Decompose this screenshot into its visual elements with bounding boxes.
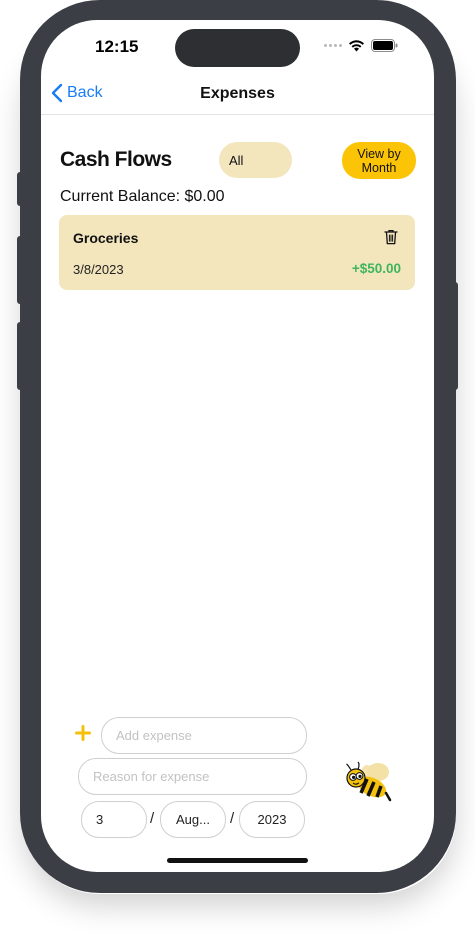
battery-icon bbox=[371, 38, 398, 52]
status-time: 12:15 bbox=[95, 37, 139, 56]
transaction-name: Groceries bbox=[73, 230, 139, 246]
bee-logo bbox=[346, 761, 392, 802]
current-balance: Current Balance: $0.00 bbox=[60, 188, 225, 205]
status-icons bbox=[324, 38, 398, 52]
navigation-bar: Back Expenses bbox=[41, 76, 434, 115]
transaction-card[interactable]: Groceries 3/8/2023 +$50.00 bbox=[59, 215, 415, 290]
dynamic-island bbox=[175, 29, 300, 67]
trash-icon[interactable] bbox=[384, 229, 398, 245]
month-input[interactable] bbox=[160, 801, 226, 838]
transaction-amount: +$50.00 bbox=[351, 261, 401, 276]
cellular-signal-icon bbox=[324, 43, 342, 47]
filter-value: All bbox=[229, 152, 244, 168]
year-input[interactable] bbox=[239, 801, 305, 838]
transaction-date: 3/8/2023 bbox=[73, 262, 124, 277]
day-input[interactable] bbox=[81, 801, 147, 838]
date-separator: / bbox=[230, 810, 235, 827]
add-expense-input[interactable] bbox=[101, 717, 307, 754]
add-expense-plus-icon[interactable] bbox=[75, 725, 91, 741]
page-title: Expenses bbox=[200, 85, 275, 102]
filter-select[interactable]: All bbox=[219, 142, 292, 178]
section-title: Cash Flows bbox=[60, 148, 172, 171]
date-separator: / bbox=[150, 810, 155, 827]
app-screen: 12:15 Back Expenses Cash Flows All View … bbox=[41, 20, 434, 872]
view-by-month-label: View by Month bbox=[357, 146, 401, 175]
view-by-month-button[interactable]: View by Month bbox=[342, 142, 416, 179]
wifi-icon bbox=[349, 39, 364, 51]
home-indicator bbox=[167, 858, 308, 863]
expense-reason-input[interactable] bbox=[78, 758, 307, 795]
